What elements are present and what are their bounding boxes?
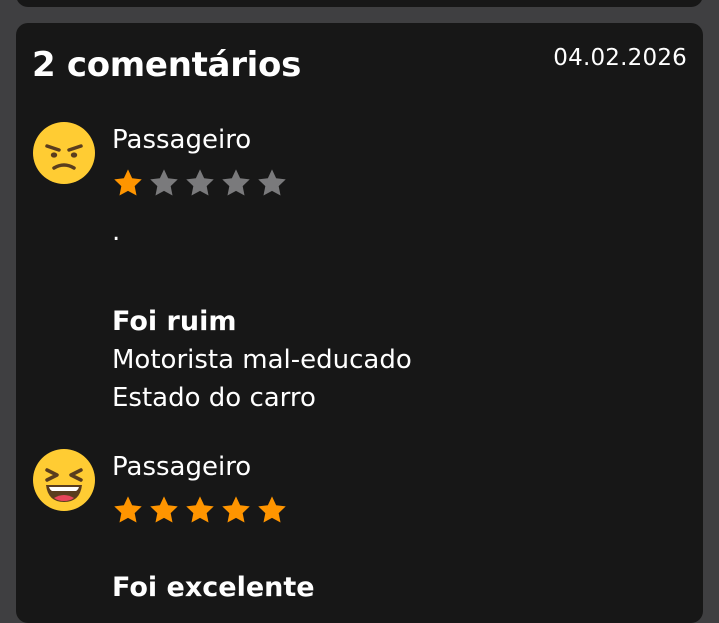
star-filled-icon [222,496,250,523]
previous-card [16,0,703,7]
star-empty-icon [222,169,250,196]
star-filled-icon [258,496,286,523]
star-filled-icon [186,496,214,523]
star-rating [112,494,288,526]
comment-reason: Estado do carro [112,383,316,413]
laughing-face-emoji-icon [33,449,95,511]
star-filled-icon [114,496,142,523]
star-empty-icon [186,169,214,196]
comment-reason: Motorista mal-educado [112,345,412,375]
star-filled-icon [150,496,178,523]
comments-date: 04.02.2026 [553,45,687,71]
comment-reasons-list: Motorista mal-educado Estado do carro [112,341,412,417]
comment-verdict: Foi ruim [112,306,237,337]
comment-author: Passageiro [112,125,252,155]
comments-card: 2 comentários 04.02.2026 Passageiro . Fo… [16,23,703,623]
comment-verdict: Foi excelente [112,572,315,603]
star-empty-icon [150,169,178,196]
star-empty-icon [258,169,286,196]
comments-count-title: 2 comentários [32,45,302,85]
star-rating [112,167,288,199]
star-filled-icon [114,169,142,196]
comment-author: Passageiro [112,452,252,482]
comment-text: . [112,217,121,247]
angry-face-emoji-icon [33,122,95,184]
